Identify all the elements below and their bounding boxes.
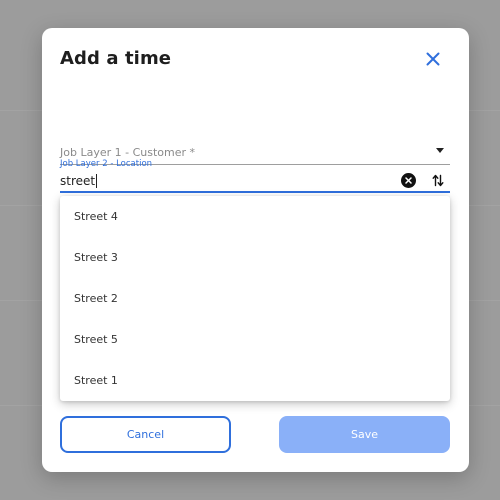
swap-vertical-icon	[432, 174, 444, 186]
clear-button[interactable]	[401, 173, 416, 188]
close-button[interactable]	[422, 48, 444, 70]
location-field-label: Job Layer 2 - Location	[60, 159, 153, 169]
option-item[interactable]: Street 4	[60, 196, 450, 237]
dropdown-caret-icon[interactable]	[436, 148, 444, 153]
add-time-dialog: Add a time Job Layer 1 - Customer * Job …	[42, 28, 469, 472]
location-input[interactable]	[60, 171, 380, 191]
option-item[interactable]: Street 5	[60, 319, 450, 360]
clear-icon	[405, 177, 412, 184]
cancel-button[interactable]: Cancel	[60, 416, 231, 453]
option-item[interactable]: Street 3	[60, 237, 450, 278]
swap-order-button[interactable]	[430, 172, 446, 188]
option-item[interactable]: Street 1	[60, 360, 450, 401]
option-item[interactable]: Street 2	[60, 278, 450, 319]
location-autocomplete[interactable]	[60, 171, 450, 193]
dialog-title: Add a time	[60, 48, 172, 69]
location-options-list: Street 4 Street 3 Street 2 Street 5 Stre…	[60, 196, 450, 401]
text-cursor	[96, 174, 97, 188]
save-button[interactable]: Save	[279, 416, 450, 453]
customer-select-label: Job Layer 1 - Customer *	[60, 146, 196, 159]
close-icon	[426, 52, 440, 66]
